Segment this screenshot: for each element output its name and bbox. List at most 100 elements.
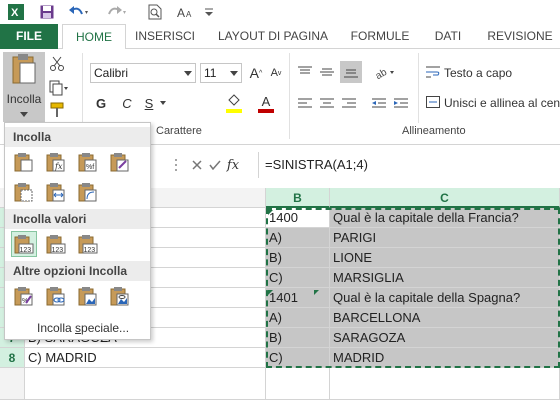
- paste-values-number-format-icon[interactable]: 123: [43, 231, 69, 257]
- more-icon: [168, 156, 184, 174]
- paste-formatting-icon[interactable]: %: [11, 283, 37, 309]
- cell-b7[interactable]: B): [266, 328, 330, 348]
- cell-b9[interactable]: [266, 368, 330, 400]
- font-color-button[interactable]: A: [256, 93, 276, 113]
- align-top-icon[interactable]: [296, 63, 314, 81]
- merge-center-label: Unisci e allinea al centro: [444, 96, 560, 110]
- save-icon[interactable]: [38, 3, 56, 21]
- tab-page-layout[interactable]: LAYOUT DI PAGINA: [208, 24, 338, 49]
- paste-values-source-formatting-icon[interactable]: 123: [75, 231, 101, 257]
- paste-link-icon[interactable]: [43, 283, 69, 309]
- grow-font-label: A: [249, 65, 260, 81]
- cell-b4[interactable]: C): [266, 268, 330, 288]
- font-size-icon[interactable]: AA: [176, 3, 198, 21]
- tab-home[interactable]: HOME: [62, 24, 126, 50]
- divider: [289, 53, 290, 139]
- increase-indent-icon[interactable]: [392, 95, 410, 113]
- cell-c2[interactable]: PARIGI: [330, 228, 560, 248]
- orientation-icon[interactable]: ab: [374, 63, 396, 81]
- fill-color-button[interactable]: [224, 93, 244, 113]
- divider: [418, 53, 419, 123]
- copy-icon[interactable]: [48, 79, 70, 97]
- cell-c7[interactable]: SARAGOZA: [330, 328, 560, 348]
- chevron-down-icon: [230, 64, 238, 82]
- paste-formulas-number-format-icon[interactable]: %f: [75, 149, 101, 175]
- paste-special-suffix: peciale...: [81, 321, 130, 335]
- align-center-icon[interactable]: [318, 95, 336, 113]
- tab-formulas[interactable]: FORMULE: [344, 24, 416, 49]
- underline-dropdown[interactable]: [158, 93, 168, 113]
- paste-no-borders-icon[interactable]: [11, 179, 37, 205]
- svg-text:%f: %f: [86, 164, 94, 171]
- paste-values-icon[interactable]: 123: [11, 231, 37, 257]
- cut-icon[interactable]: [48, 55, 66, 73]
- merge-center-button[interactable]: Unisci e allinea al centro: [426, 93, 560, 113]
- cell-c3[interactable]: LIONE: [330, 248, 560, 268]
- align-middle-icon[interactable]: [318, 63, 336, 81]
- cell-b1[interactable]: 1400: [266, 208, 330, 228]
- paste-button[interactable]: Incolla: [3, 52, 45, 122]
- alignment-group-label: Allineamento: [402, 125, 466, 137]
- svg-text:A: A: [186, 10, 192, 19]
- paste-transpose-icon[interactable]: [75, 179, 101, 205]
- svg-text:X: X: [11, 7, 19, 19]
- section-paste-values: Incolla valori: [5, 209, 150, 229]
- font-name-field[interactable]: Calibri: [90, 63, 196, 83]
- row-header[interactable]: 8: [0, 348, 25, 368]
- cell-c9[interactable]: [330, 368, 560, 400]
- paste-special-prefix: Incolla: [37, 321, 76, 335]
- tab-review[interactable]: REVISIONE: [480, 24, 560, 49]
- paste-formulas-icon[interactable]: fx: [43, 149, 69, 175]
- paste-keep-column-widths-icon[interactable]: [43, 179, 69, 205]
- tab-data[interactable]: DATI: [424, 24, 472, 49]
- cell-c5[interactable]: Qual è la capitale della Spagna?: [330, 288, 560, 308]
- paste-icon[interactable]: [11, 149, 37, 175]
- formula-input[interactable]: =SINISTRA(A1;4): [258, 152, 560, 178]
- grow-font-button[interactable]: A ^: [248, 63, 264, 83]
- cell-b5[interactable]: 1401: [266, 288, 330, 308]
- clipboard-icon: [11, 53, 37, 88]
- paste-picture-icon[interactable]: [75, 283, 101, 309]
- cell-a8[interactable]: C) MADRID: [25, 348, 266, 368]
- font-color-swatch: [258, 108, 274, 113]
- cell-b2[interactable]: A): [266, 228, 330, 248]
- wrap-text-button[interactable]: Testo a capo: [426, 63, 560, 83]
- paste-special-link[interactable]: Incolla speciale...: [37, 321, 129, 335]
- redo-icon[interactable]: [104, 3, 128, 21]
- underline-button[interactable]: S: [140, 93, 158, 113]
- align-right-icon[interactable]: [340, 95, 358, 113]
- insert-function-button[interactable]: fx: [222, 156, 244, 174]
- column-header-b[interactable]: B: [266, 188, 330, 208]
- format-painter-icon[interactable]: [48, 101, 66, 119]
- bold-button[interactable]: G: [92, 93, 110, 113]
- undo-icon[interactable]: [66, 3, 90, 21]
- tab-file[interactable]: FILE: [0, 24, 58, 49]
- cell-c1[interactable]: Qual è la capitale della Francia?: [330, 208, 560, 228]
- align-left-icon[interactable]: [296, 95, 314, 113]
- paste-keep-formatting-icon[interactable]: [107, 149, 133, 175]
- shrink-font-button[interactable]: Av: [268, 63, 284, 83]
- cell-b6[interactable]: A): [266, 308, 330, 328]
- font-size-field[interactable]: 11: [200, 63, 242, 83]
- cell-c6[interactable]: BARCELLONA: [330, 308, 560, 328]
- decrease-indent-icon[interactable]: [370, 95, 388, 113]
- cell-b3[interactable]: B): [266, 248, 330, 268]
- cell-c8[interactable]: MADRID: [330, 348, 560, 368]
- value-badge: 123: [52, 247, 64, 254]
- column-header-c[interactable]: C: [330, 188, 560, 208]
- cell-c4[interactable]: MARSIGLIA: [330, 268, 560, 288]
- svg-text:ab: ab: [375, 67, 389, 79]
- align-bottom-icon[interactable]: [340, 61, 362, 83]
- cancel-icon[interactable]: [188, 156, 206, 174]
- paste-linked-picture-icon[interactable]: [107, 283, 133, 309]
- paste-label: Incolla: [6, 92, 42, 106]
- cell-a9[interactable]: [25, 368, 266, 400]
- wrap-text-icon: [426, 66, 440, 81]
- customize-toolbar-icon[interactable]: [204, 3, 214, 21]
- print-preview-icon[interactable]: [146, 3, 164, 21]
- cell-b8[interactable]: C): [266, 348, 330, 368]
- tab-insert[interactable]: INSERISCI: [130, 24, 200, 49]
- font-size-value: 11: [204, 66, 217, 80]
- italic-button[interactable]: C: [118, 93, 136, 113]
- row-header-empty: [0, 368, 25, 400]
